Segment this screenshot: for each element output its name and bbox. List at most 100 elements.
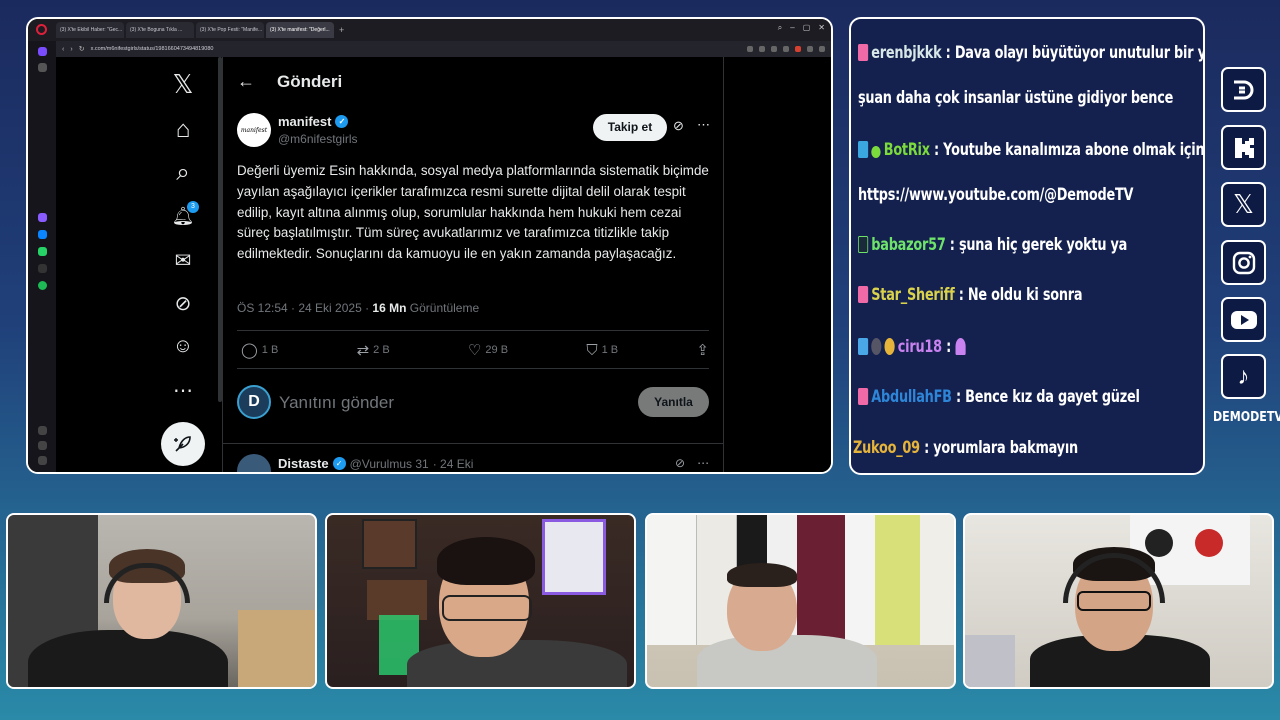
browser-tab[interactable]: (3) X'te Ekibil Haber: "Gec...	[56, 22, 124, 38]
more-icon[interactable]: ⋯	[161, 375, 205, 405]
brand-label: DEMODETV	[1213, 410, 1280, 425]
chat-message: BotRix : Youtube kanalımıza abone olmak …	[858, 140, 1203, 159]
close-icon[interactable]: ✕	[818, 23, 825, 33]
reload-icon[interactable]: ↻	[79, 45, 85, 53]
share-icon: ⇪	[696, 342, 709, 359]
follow-button[interactable]: Takip et	[593, 114, 667, 141]
back-icon[interactable]: ‹	[62, 46, 64, 53]
post-more-icon[interactable]: ⋯	[697, 117, 710, 133]
instagram-icon[interactable]	[1221, 240, 1266, 285]
youtube-glyph-icon	[1230, 310, 1257, 329]
browser-tab-active[interactable]: (3) X'te manifest: "Değerl...	[266, 22, 334, 38]
spotify-icon[interactable]	[38, 281, 47, 290]
bookmark-icon[interactable]	[38, 63, 47, 72]
bookmark-button[interactable]: ⛉ 1 B	[586, 341, 618, 359]
browser-window: (3) X'te Ekibil Haber: "Gec... (3) X'te …	[26, 17, 833, 474]
reply-author-line: Distaste ✓ @Vurulmus 31 · 24 Eki	[278, 456, 473, 471]
settings-icon[interactable]	[38, 456, 47, 465]
author-avatar[interactable]: manifest	[237, 113, 271, 147]
chat-text: şuan daha çok insanlar üstüne gidiyor be…	[858, 88, 1174, 107]
new-tab-button[interactable]: +	[339, 25, 344, 35]
chat-text: : Dava olayı büyütüyor unutulur bir yerd…	[945, 43, 1205, 62]
x-sidebar-icon[interactable]	[38, 264, 47, 273]
home-icon[interactable]	[38, 47, 47, 56]
extension-icon[interactable]	[759, 46, 765, 52]
minimize-icon[interactable]: –	[790, 23, 794, 33]
grok-explain-icon[interactable]: ⊘	[675, 456, 685, 470]
author-name[interactable]: manifest ✓	[278, 114, 349, 129]
share-button[interactable]: ⇪	[696, 341, 709, 359]
history-icon[interactable]	[38, 441, 47, 450]
like-button[interactable]: ♡ 29 B	[468, 341, 508, 359]
extensions-bar	[747, 46, 831, 52]
extension-icon[interactable]	[819, 46, 825, 52]
chat-message: şuan daha çok insanlar üstüne gidiyor be…	[858, 88, 1201, 107]
divider	[237, 368, 709, 369]
home-icon[interactable]: ⌂	[161, 115, 205, 145]
kick-channel-icon[interactable]	[1221, 67, 1266, 112]
notifications-icon[interactable]: 🔔︎ 3	[161, 201, 205, 231]
chat-message: babazor57 : şuna hiç gerek yoktu ya	[858, 235, 1201, 254]
feather-icon	[174, 436, 191, 452]
profile-icon[interactable]: ☺	[161, 331, 205, 361]
reply-author-name[interactable]: Distaste	[278, 456, 329, 471]
heart-icon: ♡	[467, 342, 482, 359]
wall-frame	[362, 519, 417, 569]
person-body	[28, 630, 228, 687]
youtube-icon[interactable]	[1221, 297, 1266, 342]
extension-icon[interactable]	[771, 46, 777, 52]
x-icon[interactable]: 𝕏	[1221, 182, 1266, 227]
search-icon[interactable]: ⌕	[161, 158, 205, 188]
messenger-icon[interactable]	[38, 230, 47, 239]
browser-tab[interactable]: (3) X'te Pop Festi: "Manife...	[196, 22, 264, 38]
reply-author-handle[interactable]: @Vurulmus 31	[350, 457, 429, 471]
grok-icon[interactable]: ⊘	[161, 288, 205, 318]
reply-button[interactable]: ◯ 1 B	[241, 341, 278, 359]
kick-k-icon	[1234, 137, 1254, 158]
back-arrow-icon[interactable]: ←	[237, 71, 255, 92]
chat-message: Star_Sheriff : Ne oldu ki sonra	[858, 285, 1201, 304]
verified-badge-icon: ✓	[335, 115, 349, 128]
extension-icon[interactable]	[795, 46, 801, 52]
url-field[interactable]: x.com/m6nifestgirls/status/1981660473494…	[91, 46, 741, 52]
jersey-frame	[542, 519, 606, 595]
extension-icon[interactable]	[807, 46, 813, 52]
heart-icon[interactable]	[38, 426, 47, 435]
whatsapp-icon[interactable]	[38, 247, 47, 256]
aria-icon[interactable]	[38, 213, 47, 222]
reply-input[interactable]: Yanıtını gönder	[279, 393, 394, 413]
tweet-actions: ◯ 1 B ⇄ 2 B ♡ 29 B ⛉ 1 B ⇪	[241, 341, 709, 360]
tweet-timestamp[interactable]: ÖS 12:54 · 24 Eki 2025 ·	[237, 301, 372, 315]
more-icon[interactable]: ⋯	[697, 456, 709, 470]
chat-message: erenbjkkk : Dava olayı büyütüyor unutulu…	[858, 43, 1203, 62]
reply-icon: ◯	[241, 342, 258, 359]
x-logo-icon[interactable]: 𝕏	[161, 69, 205, 99]
browser-tab[interactable]: (3) X'te Boguna Tıkla ...	[126, 22, 194, 38]
forward-icon[interactable]: ›	[70, 46, 72, 53]
kick-badge-icon	[858, 44, 869, 61]
maximize-icon[interactable]: ▢	[803, 23, 811, 33]
chat-text: : Bence kız da gayet güzel	[951, 387, 1140, 406]
person-hair	[727, 563, 797, 587]
opera-logo-icon[interactable]	[36, 24, 47, 35]
glasses-shape	[442, 595, 532, 621]
kick-icon[interactable]	[1221, 125, 1266, 170]
extension-icon[interactable]	[747, 46, 753, 52]
extension-icon[interactable]	[783, 46, 789, 52]
twitter-page: 𝕏 ⌂ ⌕ 🔔︎ 3 ✉ ⊘ ☺ ⋯ ← Gönderi manifest ma…	[56, 57, 831, 472]
chat-message: https://www.youtube.com/@DemodeTV	[858, 185, 1201, 204]
tiktok-icon[interactable]: ♪	[1221, 354, 1266, 399]
retweet-button[interactable]: ⇄ 2 B	[357, 341, 390, 359]
grok-explain-icon[interactable]: ⊘	[673, 118, 684, 134]
demode-d-icon	[1233, 80, 1253, 99]
retweet-count: 2 B	[373, 344, 390, 356]
post-column: ← Gönderi manifest manifest ✓ @m6nifestg…	[222, 57, 724, 472]
kick-badge-icon	[858, 286, 869, 303]
reply-submit-button[interactable]: Yanıtla	[638, 387, 709, 417]
reply-author-avatar[interactable]	[237, 454, 271, 472]
messages-icon[interactable]: ✉	[161, 245, 205, 275]
tweet-meta: ÖS 12:54 · 24 Eki 2025 · 16 Mn Görüntüle…	[237, 301, 479, 315]
author-handle[interactable]: @m6nifestgirls	[278, 132, 358, 146]
compose-post-button[interactable]	[161, 422, 205, 466]
search-tabs-icon[interactable]: ⌕	[778, 23, 782, 33]
